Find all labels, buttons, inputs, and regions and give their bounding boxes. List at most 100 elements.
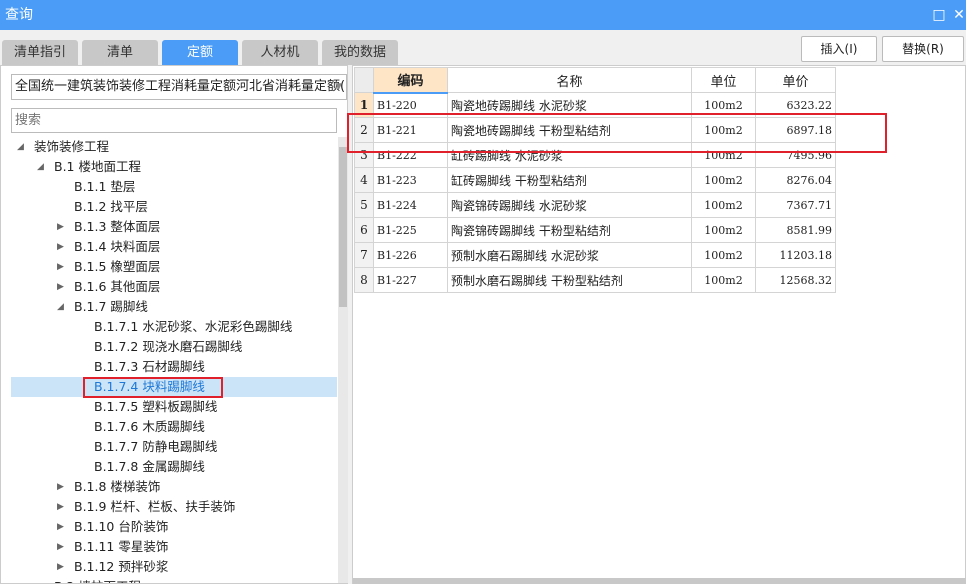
table-row[interactable]: 8 B1-227 预制水磨石踢脚线 干粉型粘结剂 100m2 12568.32 xyxy=(354,267,836,293)
tab-my-data[interactable]: 我的数据 xyxy=(322,40,398,65)
table-row[interactable]: 5 B1-224 陶瓷锦砖踢脚线 水泥砂浆 100m2 7367.71 xyxy=(354,192,836,218)
table-row[interactable]: 7 B1-226 预制水磨石踢脚线 水泥砂浆 100m2 11203.18 xyxy=(354,242,836,268)
cell-price: 7367.71 xyxy=(755,192,836,218)
cell-code: B1-223 xyxy=(373,167,448,193)
column-header-name[interactable]: 名称 xyxy=(447,67,692,93)
tree-node-label: B.1.7.1 水泥砂浆、水泥彩色踢脚线 xyxy=(94,319,293,334)
tree-node[interactable]: B.1.7.7 防静电踢脚线 xyxy=(11,437,337,457)
highlight-box xyxy=(83,377,223,398)
cell-unit: 100m2 xyxy=(691,242,756,268)
tree-node-label: B.1.7.3 石材踢脚线 xyxy=(94,359,205,374)
tree-node[interactable]: ▶ B.2 墙柱面工程 xyxy=(11,577,337,583)
scrollbar-thumb[interactable] xyxy=(339,147,347,307)
tree-node[interactable]: ▶ B.1.11 零星装饰 xyxy=(11,537,337,557)
tab-quota[interactable]: 定额 xyxy=(162,40,238,65)
tree-node[interactable]: ◢ B.1 楼地面工程 xyxy=(11,157,337,177)
collapsed-icon[interactable]: ▶ xyxy=(57,537,64,557)
tree-node-label: B.1.8 楼梯装饰 xyxy=(74,479,161,494)
cell-unit: 100m2 xyxy=(691,217,756,243)
tree-node-label: B.1.11 零星装饰 xyxy=(74,539,169,554)
tree-node-label: B.1.1 垫层 xyxy=(74,179,136,194)
column-header-code[interactable]: 编码 xyxy=(373,67,448,93)
column-header-unit[interactable]: 单位 xyxy=(691,67,756,93)
tree-node[interactable]: B.1.7.3 石材踢脚线 xyxy=(11,357,337,377)
title-bar: 查询 xyxy=(0,0,966,30)
cell-unit: 100m2 xyxy=(691,192,756,218)
tree-node[interactable]: B.1.7.1 水泥砂浆、水泥彩色踢脚线 xyxy=(11,317,337,337)
cell-price: 8276.04 xyxy=(755,167,836,193)
cell-unit: 100m2 xyxy=(691,267,756,293)
expanded-icon[interactable]: ◢ xyxy=(57,297,64,317)
tab-bill[interactable]: 清单 xyxy=(82,40,158,65)
cell-name: 陶瓷锦砖踢脚线 水泥砂浆 xyxy=(447,192,692,218)
tree-node-label: B.1.9 栏杆、栏板、扶手装饰 xyxy=(74,499,236,514)
cell-name: 预制水磨石踢脚线 水泥砂浆 xyxy=(447,242,692,268)
collapsed-icon[interactable]: ▶ xyxy=(57,557,64,577)
collapsed-icon[interactable]: ▶ xyxy=(57,497,64,517)
cell-n: 8 xyxy=(354,267,374,293)
tree-scrollbar[interactable] xyxy=(338,137,348,583)
tab-labor-material-machine[interactable]: 人材机 xyxy=(242,40,318,65)
tree-node[interactable]: ▶ B.1.3 整体面层 xyxy=(11,217,337,237)
cell-code: B1-226 xyxy=(373,242,448,268)
collapsed-icon[interactable]: ▶ xyxy=(57,517,64,537)
table-row[interactable]: 4 B1-223 缸砖踢脚线 干粉型粘结剂 100m2 8276.04 xyxy=(354,167,836,193)
tree-node[interactable]: B.1.7.2 现浇水磨石踢脚线 xyxy=(11,337,337,357)
replace-button[interactable]: 替换(R) xyxy=(882,36,964,62)
cell-unit: 100m2 xyxy=(691,167,756,193)
insert-button[interactable]: 插入(I) xyxy=(801,36,877,62)
tree-node-label: B.1.3 整体面层 xyxy=(74,219,161,234)
collapsed-icon[interactable]: ▶ xyxy=(57,277,64,297)
cell-name: 陶瓷锦砖踢脚线 干粉型粘结剂 xyxy=(447,217,692,243)
collapsed-icon[interactable]: ▶ xyxy=(57,217,64,237)
table-scrollbar[interactable] xyxy=(353,578,966,584)
tree-node-label: B.1.10 台阶装饰 xyxy=(74,519,169,534)
tree-node[interactable]: B.1.1 垫层 xyxy=(11,177,337,197)
tree-node[interactable]: B.1.2 找平层 xyxy=(11,197,337,217)
tree-node[interactable]: ▶ B.1.6 其他面层 xyxy=(11,277,337,297)
tree-node-label: B.1.2 找平层 xyxy=(74,199,148,214)
tree-node-label: B.1.5 橡塑面层 xyxy=(74,259,161,274)
tree-node[interactable]: ▶ B.1.12 预拌砂浆 xyxy=(11,557,337,577)
left-panel: 全国统一建筑装饰装修工程消耗量定额河北省消耗量定额(20▼ ◢ 装饰装修工程 ◢ B.… xyxy=(0,65,348,584)
highlight-box xyxy=(347,113,887,153)
tree-node[interactable]: ▶ B.1.4 块料面层 xyxy=(11,237,337,257)
cell-n: 4 xyxy=(354,167,374,193)
tree-node-label: B.1.12 预拌砂浆 xyxy=(74,559,169,574)
cell-name: 缸砖踢脚线 干粉型粘结剂 xyxy=(447,167,692,193)
tree-node[interactable]: B.1.7.5 塑料板踢脚线 xyxy=(11,397,337,417)
collapsed-icon[interactable]: ▶ xyxy=(57,237,64,257)
tree-node[interactable]: ▶ B.1.5 橡塑面层 xyxy=(11,257,337,277)
cell-price: 8581.99 xyxy=(755,217,836,243)
tree-node-label: B.2 墙柱面工程 xyxy=(54,577,141,583)
tree-node[interactable]: ▶ B.1.10 台阶装饰 xyxy=(11,517,337,537)
tree-node-label: B.1.7.8 金属踢脚线 xyxy=(94,459,205,474)
search-input[interactable] xyxy=(11,108,337,133)
close-icon[interactable]: ✕ xyxy=(946,0,966,30)
column-header-price[interactable]: 单价 xyxy=(755,67,836,93)
tree-node[interactable]: ▶ B.1.9 栏杆、栏板、扶手装饰 xyxy=(11,497,337,517)
collapsed-icon[interactable]: ▶ xyxy=(57,477,64,497)
tree-node-label: 装饰装修工程 xyxy=(34,139,110,154)
tree-node[interactable]: ◢ B.1.7 踢脚线 xyxy=(11,297,337,317)
cell-n: 6 xyxy=(354,217,374,243)
collapsed-icon[interactable]: ▶ xyxy=(37,577,44,583)
cell-price: 11203.18 xyxy=(755,242,836,268)
cell-price: 12568.32 xyxy=(755,267,836,293)
tab-bill-guide[interactable]: 清单指引 xyxy=(2,40,78,65)
expanded-icon[interactable]: ◢ xyxy=(37,157,44,177)
quota-library-select[interactable]: 全国统一建筑装饰装修工程消耗量定额河北省消耗量定额(20 ▼ xyxy=(11,74,347,100)
expanded-icon[interactable]: ◢ xyxy=(17,137,24,157)
tree-node[interactable]: B.1.7.8 金属踢脚线 xyxy=(11,457,337,477)
selected-library: 全国统一建筑装饰装修工程消耗量定额河北省消耗量定额(20 xyxy=(15,79,347,94)
tree-node-label: B.1.7.2 现浇水磨石踢脚线 xyxy=(94,339,243,354)
tree-node[interactable]: ◢ 装饰装修工程 xyxy=(11,137,337,157)
row-number-header xyxy=(354,67,374,93)
table-row[interactable]: 6 B1-225 陶瓷锦砖踢脚线 干粉型粘结剂 100m2 8581.99 xyxy=(354,217,836,243)
tree-node-label: B.1.7.5 塑料板踢脚线 xyxy=(94,399,218,414)
collapsed-icon[interactable]: ▶ xyxy=(57,257,64,277)
tree-node[interactable]: B.1.7.6 木质踢脚线 xyxy=(11,417,337,437)
tree-node-label: B.1.7.6 木质踢脚线 xyxy=(94,419,205,434)
tree-node-label: B.1.7 踢脚线 xyxy=(74,299,148,314)
tree-node[interactable]: ▶ B.1.8 楼梯装饰 xyxy=(11,477,337,497)
